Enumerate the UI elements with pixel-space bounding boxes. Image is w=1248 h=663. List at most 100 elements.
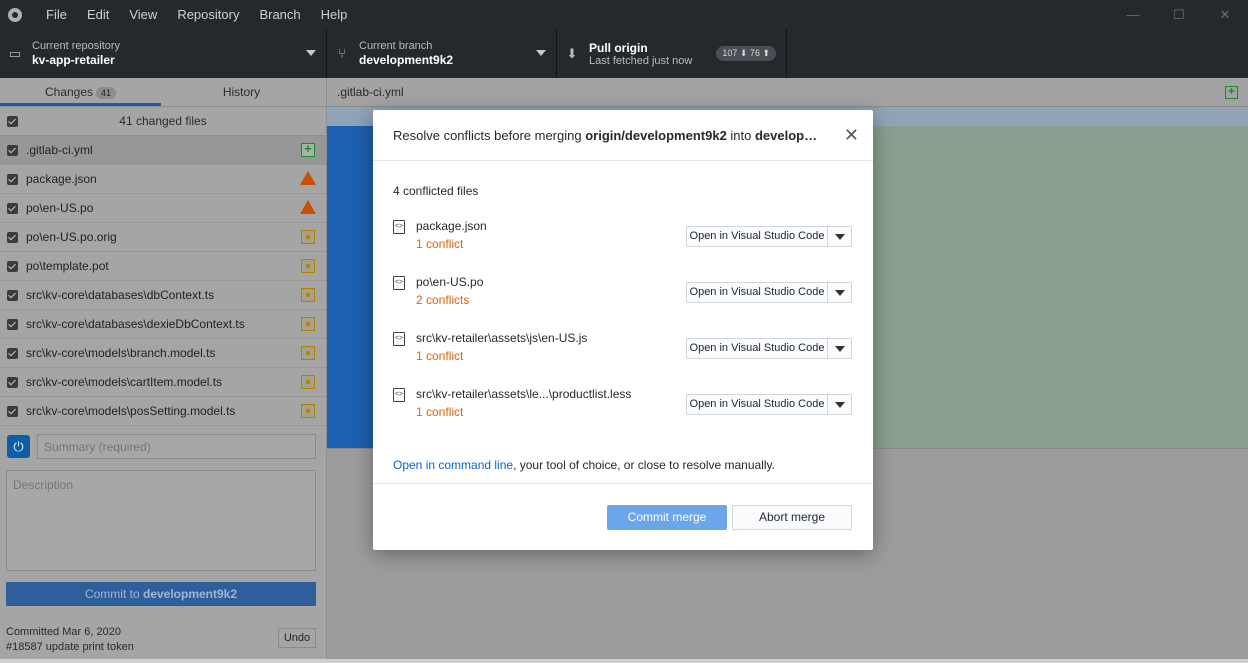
open-in-editor-button[interactable]: Open in Visual Studio Code <box>686 282 852 303</box>
file-list-item[interactable]: src\kv-core\databases\dbContext.ts <box>0 281 326 310</box>
file-modified-icon <box>301 404 315 418</box>
file-modified-icon <box>301 230 315 244</box>
conflict-count-label: 1 conflict <box>416 237 464 251</box>
chevron-down-icon <box>536 50 546 56</box>
commit-merge-button[interactable]: Commit merge <box>607 505 727 530</box>
current-branch-button[interactable]: ⑂ Current branch development9k2 <box>327 29 557 78</box>
changes-panel: Changes 41 History 41 changed files .gitl… <box>0 78 327 663</box>
file-checkbox[interactable] <box>7 260 18 272</box>
chevron-down-icon[interactable] <box>828 283 851 302</box>
file-checkbox[interactable] <box>7 173 18 185</box>
undo-button[interactable]: Undo <box>278 628 316 648</box>
file-modified-icon <box>301 317 315 331</box>
diff-header: .gitlab-ci.yml + <box>327 78 1248 107</box>
file-name: src\kv-core\databases\dexieDbContext.ts <box>26 317 245 331</box>
file-list-item[interactable]: po\template.pot <box>0 252 326 281</box>
dialog-title-source: origin/development9k2 <box>585 128 727 143</box>
chevron-down-icon[interactable] <box>828 227 851 246</box>
file-list: .gitlab-ci.yml + package.json po\en-US.po po… <box>0 136 326 426</box>
diff-gutter <box>327 126 377 448</box>
current-repository-button[interactable]: ▭ Current repository kv-app-retailer <box>0 29 327 78</box>
title-bar: File Edit View Repository Branch Help — … <box>0 0 1248 29</box>
description-input[interactable] <box>6 470 316 571</box>
file-checkbox[interactable] <box>7 231 18 243</box>
menu-help[interactable]: Help <box>311 7 358 22</box>
open-command-line-link[interactable]: Open in command line <box>393 458 513 472</box>
open-in-editor-label[interactable]: Open in Visual Studio Code <box>687 339 828 358</box>
file-list-item[interactable]: po\en-US.po.orig <box>0 223 326 252</box>
tab-history[interactable]: History <box>161 78 322 106</box>
dialog-title-prefix: Resolve conflicts before merging <box>393 128 586 143</box>
conflict-file-name: po\en-US.po <box>416 275 484 289</box>
close-window-icon[interactable]: ✕ <box>1202 0 1248 29</box>
file-list-item[interactable]: po\en-US.po <box>0 194 326 223</box>
file-checkbox[interactable] <box>7 202 18 214</box>
commit-button-prefix: Commit to <box>84 587 143 601</box>
file-list-item[interactable]: package.json <box>0 165 326 194</box>
menu-branch[interactable]: Branch <box>249 7 310 22</box>
changes-count-badge: 41 <box>96 87 117 99</box>
conflicted-files-count: 4 conflicted files <box>393 184 479 198</box>
avatar: ⏻ <box>7 435 30 458</box>
file-list-item[interactable]: .gitlab-ci.yml + <box>0 136 326 165</box>
tab-bar: Changes 41 History <box>0 78 326 107</box>
summary-input[interactable] <box>37 434 316 459</box>
branch-value: development9k2 <box>359 53 454 67</box>
conflict-file-name: src\kv-retailer\assets\js\en-US.js <box>416 331 588 345</box>
close-icon[interactable]: ✕ <box>844 126 859 144</box>
file-added-icon: + <box>301 142 315 157</box>
file-checkbox[interactable] <box>7 289 18 301</box>
open-in-editor-button[interactable]: Open in Visual Studio Code <box>686 226 852 247</box>
open-in-editor-label[interactable]: Open in Visual Studio Code <box>687 283 828 302</box>
chevron-down-icon[interactable] <box>828 395 851 414</box>
open-in-editor-label[interactable]: Open in Visual Studio Code <box>687 227 828 246</box>
pull-label: Pull origin <box>589 41 648 55</box>
menu-edit[interactable]: Edit <box>77 7 119 22</box>
conflict-warning-icon <box>300 171 316 185</box>
minimize-icon[interactable]: — <box>1110 0 1156 29</box>
conflict-item: <> po\en-US.po 2 conflicts Open in Visual S… <box>393 274 853 314</box>
open-in-editor-button[interactable]: Open in Visual Studio Code <box>686 338 852 359</box>
file-name: src\kv-core\models\cartItem.model.ts <box>26 375 223 389</box>
file-checkbox[interactable] <box>7 347 18 359</box>
file-modified-icon <box>301 288 315 302</box>
last-commit-info: Committed Mar 6, 2020 #18587 update prin… <box>6 625 134 655</box>
file-name: po\en-US.po.orig <box>26 230 117 244</box>
file-list-item[interactable]: src\kv-core\databases\dexieDbContext.ts <box>0 310 326 339</box>
file-code-icon: <> <box>393 276 405 290</box>
file-code-icon: <> <box>393 220 405 234</box>
conflict-count-label: 2 conflicts <box>416 293 470 307</box>
diff-added-lines <box>872 126 1248 448</box>
maximize-icon[interactable]: ☐ <box>1156 0 1202 29</box>
conflict-file-name: package.json <box>416 219 487 233</box>
last-commit-date: Committed Mar 6, 2020 <box>6 626 121 638</box>
chevron-down-icon[interactable] <box>828 339 851 358</box>
file-checkbox[interactable] <box>7 405 18 417</box>
file-checkbox[interactable] <box>7 318 18 330</box>
dialog-title: Resolve conflicts before merging origin/… <box>393 128 833 143</box>
github-logo-icon <box>8 7 22 22</box>
file-list-item[interactable]: src\kv-core\models\cartItem.model.ts <box>0 368 326 397</box>
menu-view[interactable]: View <box>119 7 167 22</box>
file-code-icon: <> <box>393 332 405 346</box>
file-name: po\en-US.po <box>26 201 94 215</box>
open-in-editor-button[interactable]: Open in Visual Studio Code <box>686 394 852 415</box>
file-modified-icon <box>301 259 315 273</box>
menu-file[interactable]: File <box>36 7 77 22</box>
window-controls: — ☐ ✕ <box>1110 0 1248 29</box>
menu-repository[interactable]: Repository <box>167 7 249 22</box>
dialog-title-target: develop… <box>754 128 818 143</box>
plus-square-icon: + <box>1225 85 1238 99</box>
file-checkbox[interactable] <box>7 376 18 388</box>
file-list-item[interactable]: src\kv-core\models\branch.model.ts <box>0 339 326 368</box>
commit-button[interactable]: Commit to development9k2 <box>6 582 316 606</box>
tab-changes[interactable]: Changes 41 <box>0 78 161 106</box>
conflict-item: <> src\kv-retailer\assets\js\en-US.js 1 co… <box>393 330 853 370</box>
file-name: package.json <box>26 172 97 186</box>
file-checkbox[interactable] <box>7 144 18 156</box>
abort-merge-button[interactable]: Abort merge <box>732 505 852 530</box>
open-in-editor-label[interactable]: Open in Visual Studio Code <box>687 395 828 414</box>
commit-button-branch: development9k2 <box>142 587 238 601</box>
pull-origin-button[interactable]: ⬇ Pull origin Last fetched just now 107 … <box>557 29 787 78</box>
file-list-item[interactable]: src\kv-core\models\posSetting.model.ts <box>0 397 326 426</box>
